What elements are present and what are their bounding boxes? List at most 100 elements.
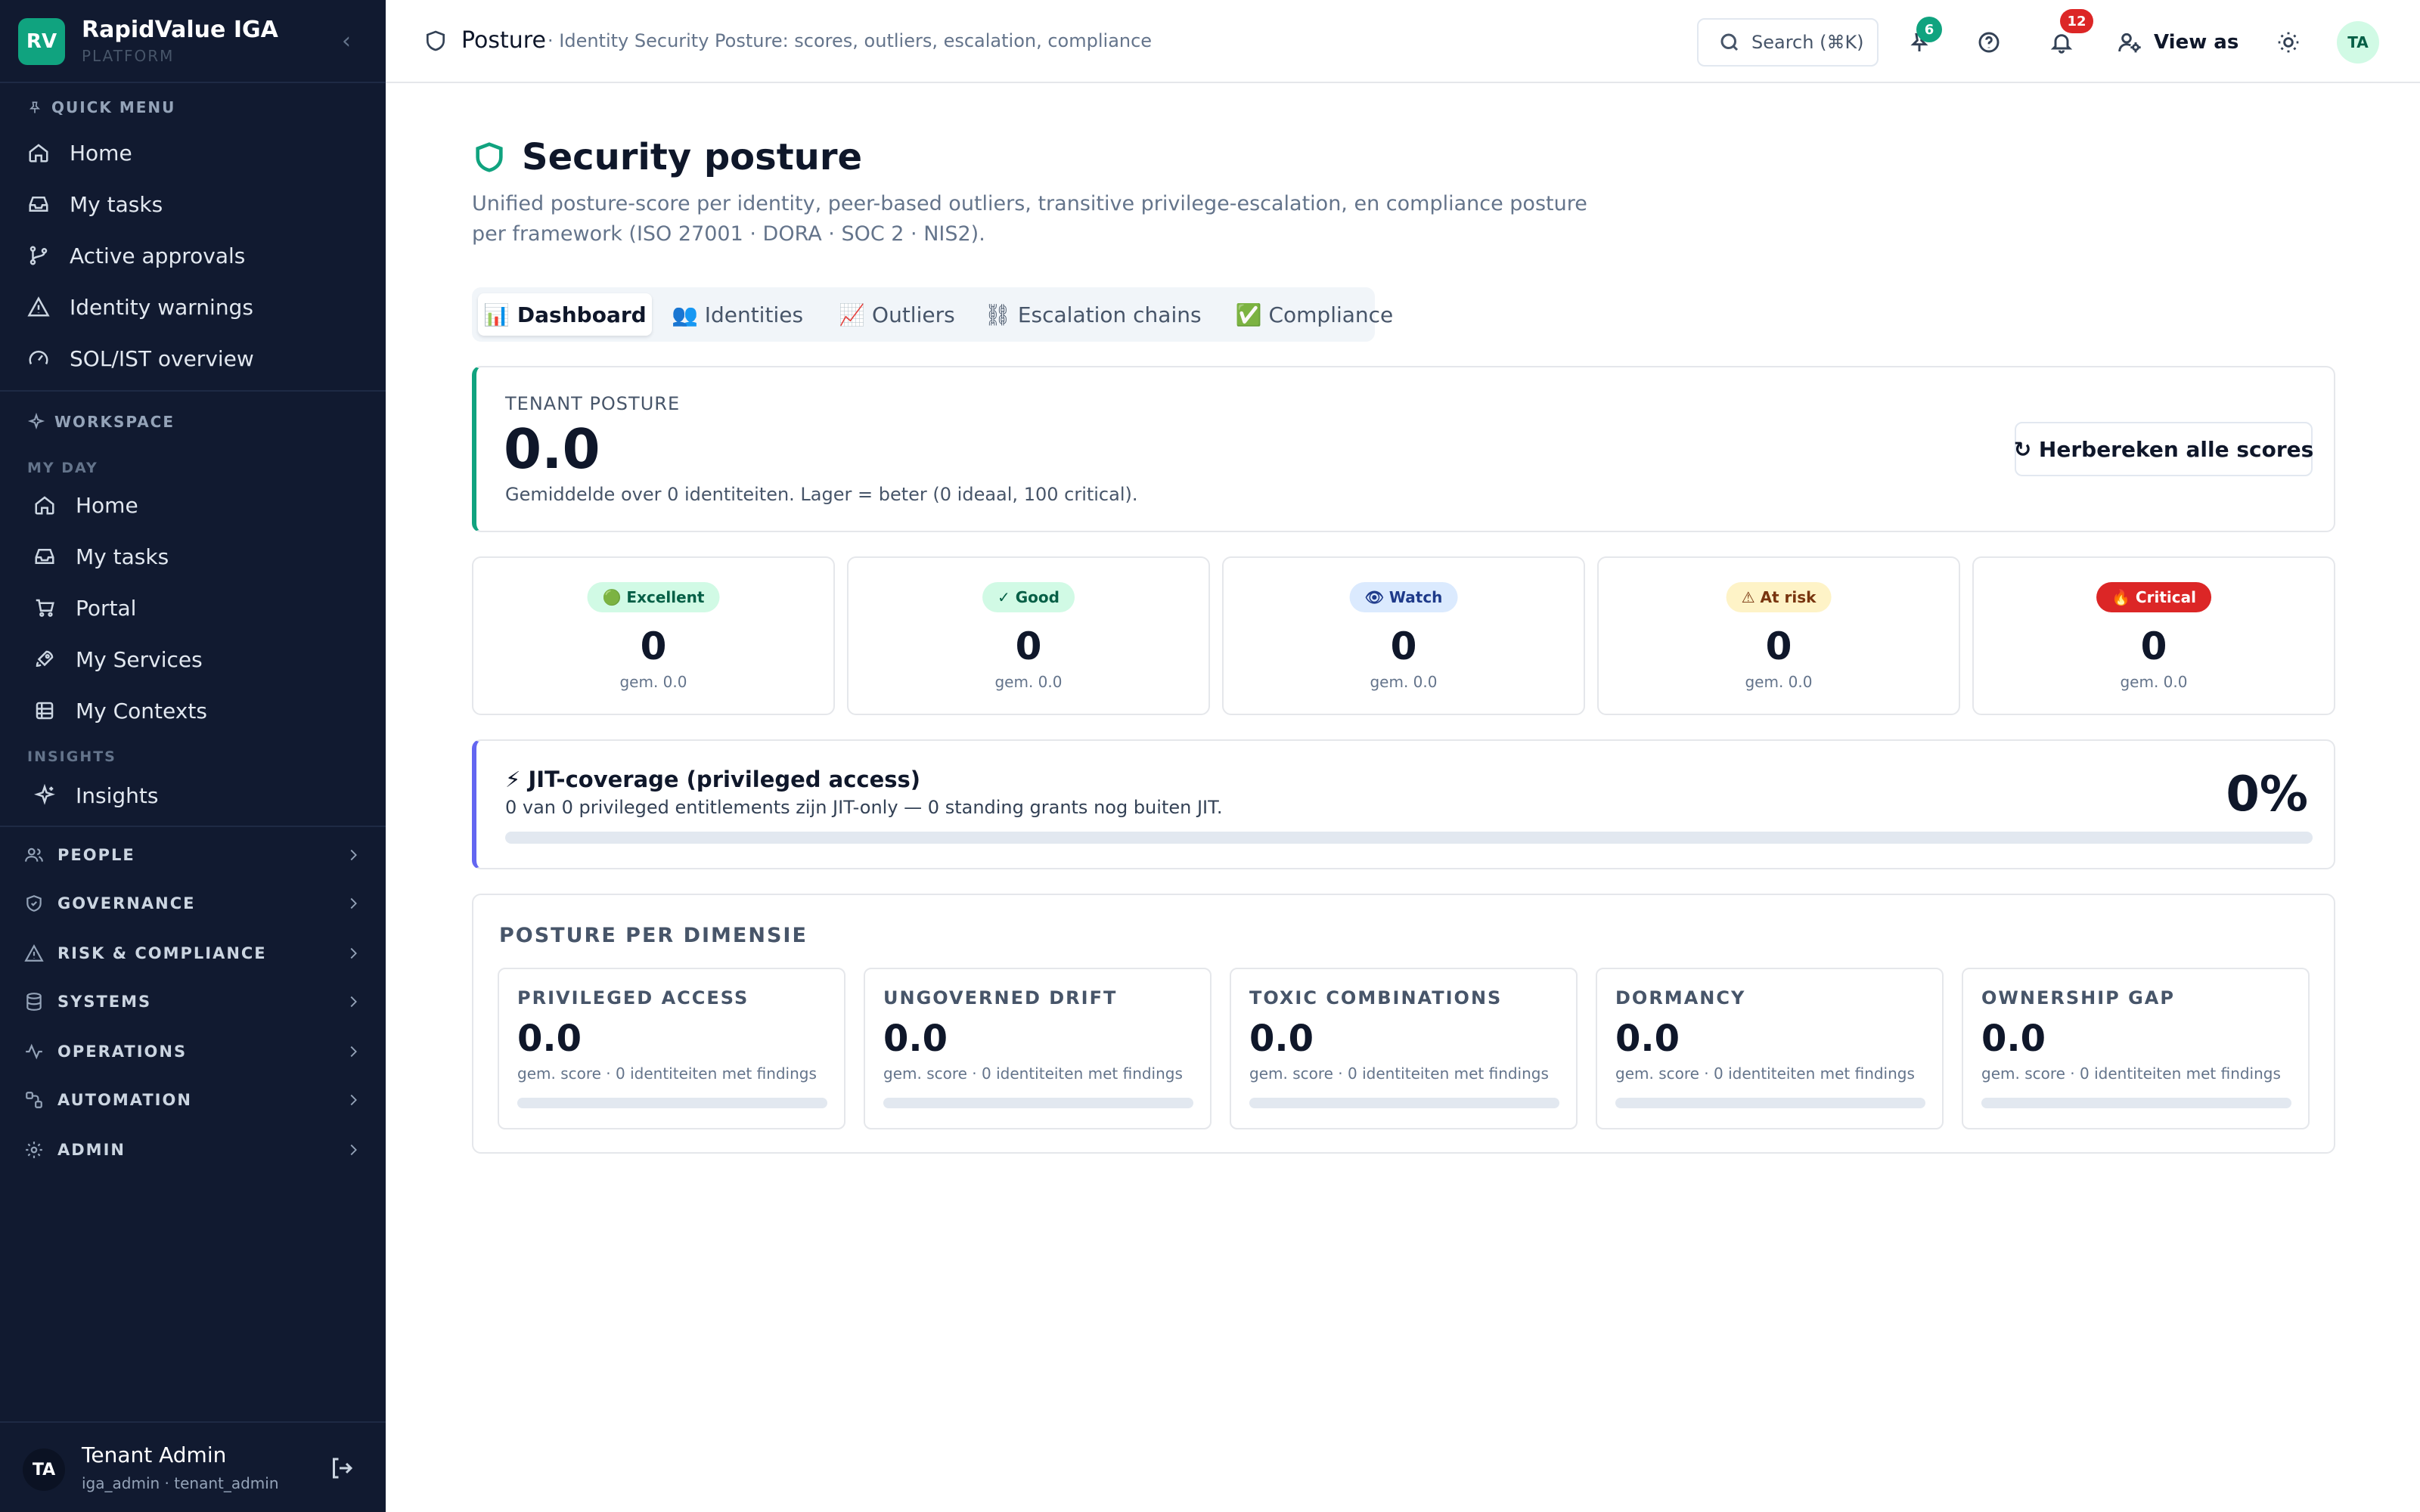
- tenant-posture-label: TENANT POSTURE: [505, 393, 681, 414]
- sidebar-item-home[interactable]: Home: [27, 132, 360, 174]
- sidebar-item-my-tasks-workspace[interactable]: My tasks: [33, 535, 366, 578]
- sidebar-group-governance[interactable]: GOVERNANCE: [24, 885, 361, 922]
- chevron-right-icon: [350, 996, 357, 1008]
- sidebar-item-home-workspace[interactable]: Home: [33, 484, 366, 526]
- jit-coverage-progress-bar: [505, 832, 2313, 844]
- avatar[interactable]: TA: [23, 1448, 65, 1491]
- tab-bar: 📊 Dashboard 👥 Identities 📈 Outliers ⛓ Es…: [472, 287, 1393, 342]
- dimension-ownership-gap: OWNERSHIP GAP 0.0 gem. score · 0 identit…: [1962, 968, 2310, 1129]
- sidebar-item-identity-warnings[interactable]: Identity warnings: [27, 286, 360, 328]
- sidebar-group-admin[interactable]: ADMIN: [24, 1131, 361, 1169]
- workspace-label-text: WORKSPACE: [54, 413, 175, 431]
- band-average: gem. 0.0: [1370, 673, 1438, 691]
- sidebar-group-label: GOVERNANCE: [57, 894, 196, 912]
- jit-coverage-title: ⚡ JIT-coverage (privileged access): [505, 767, 921, 792]
- recalculate-scores-button[interactable]: ↻ Herbereken alle scores: [2014, 422, 2313, 476]
- band-card-good[interactable]: ✓ Good 0 gem. 0.0: [847, 556, 1210, 715]
- sidebar-item-my-contexts[interactable]: My Contexts: [33, 689, 366, 732]
- home-icon: [29, 144, 48, 163]
- sidebar-item-label: My tasks: [70, 191, 163, 217]
- sidebar-item-active-approvals[interactable]: Active approvals: [27, 234, 360, 277]
- sidebar-item-portal[interactable]: Portal: [33, 587, 366, 629]
- posture-per-dimension-title: POSTURE PER DIMENSIE: [499, 924, 808, 947]
- dimension-name: OWNERSHIP GAP: [1981, 987, 2175, 1009]
- sidebar-item-label: Insights: [76, 782, 159, 808]
- band-count: 0: [1015, 624, 1042, 668]
- search-button[interactable]: Search (⌘K): [1697, 18, 1879, 67]
- dimension-note: gem. score · 0 identiteiten met findings: [517, 1064, 817, 1083]
- dimension-progress-bar: [517, 1098, 827, 1108]
- sidebar-item-insights[interactable]: Insights: [33, 774, 366, 816]
- tab-dashboard[interactable]: 📊 Dashboard: [478, 293, 652, 336]
- sidebar-item-sol-ist-overview[interactable]: SOL/IST overview: [27, 337, 360, 380]
- tab-outliers[interactable]: 📈 Outliers: [823, 293, 971, 336]
- sidebar-group-label: ADMIN: [57, 1141, 126, 1159]
- brand-name: RapidValue IGA: [82, 17, 278, 43]
- band-card-watch[interactable]: 👁 Watch 0 gem. 0.0: [1222, 556, 1585, 715]
- rocket-icon: [36, 650, 54, 668]
- sidebar-group-automation[interactable]: AUTOMATION: [24, 1081, 361, 1119]
- band-card-critical[interactable]: 🔥 Critical 0 gem. 0.0: [1972, 556, 2335, 715]
- collapse-sidebar-icon[interactable]: ‹: [333, 27, 360, 54]
- dimension-value: 0.0: [517, 1018, 582, 1060]
- warning-icon: [27, 296, 50, 317]
- dimension-value: 0.0: [1981, 1018, 2046, 1060]
- top-bar: Posture · Identity Security Posture: sco…: [386, 0, 2420, 83]
- notifications-count-badge: 12: [2060, 9, 2093, 33]
- quick-menu-label: QUICK MENU: [27, 98, 175, 116]
- user-roles: iga_admin · tenant_admin: [82, 1474, 279, 1492]
- inbox-icon: [35, 549, 54, 564]
- user-profile: TA Tenant Admin iga_admin · tenant_admin: [0, 1421, 386, 1512]
- tab-escalation-chains[interactable]: ⛓ Escalation chains: [976, 293, 1210, 336]
- sidebar-group-people[interactable]: PEOPLE: [24, 836, 361, 874]
- search-icon: [1720, 33, 1739, 51]
- posture-per-dimension-card: POSTURE PER DIMENSIE PRIVILEGED ACCESS 0…: [472, 894, 2335, 1154]
- chevron-right-icon: [350, 1094, 357, 1106]
- inbox-icon: [29, 197, 48, 212]
- jit-coverage-card: ⚡ JIT-coverage (privileged access) 0 van…: [472, 739, 2335, 869]
- tab-identities[interactable]: 👥 Identities: [656, 293, 818, 336]
- view-as-label: View as: [2154, 31, 2239, 54]
- insights-label: INSIGHTS: [27, 748, 116, 765]
- band-card-excellent[interactable]: 🟢 Excellent 0 gem. 0.0: [472, 556, 835, 715]
- sidebar-item-my-tasks[interactable]: My tasks: [27, 183, 360, 225]
- dimension-toxic-combinations: TOXIC COMBINATIONS 0.0 gem. score · 0 id…: [1230, 968, 1578, 1129]
- sidebar-item-label: Portal: [76, 595, 137, 621]
- chevron-right-icon: [350, 849, 357, 861]
- dimension-note: gem. score · 0 identiteiten met findings: [1615, 1064, 1915, 1083]
- warning-icon: [24, 944, 44, 962]
- breadcrumb-subtitle: · Identity Security Posture: scores, out…: [548, 30, 1153, 51]
- theme-toggle-button[interactable]: [2272, 26, 2305, 59]
- sidebar-item-my-services[interactable]: My Services: [33, 638, 366, 680]
- bell-icon: [2050, 34, 2073, 54]
- band-count: 0: [1765, 624, 1792, 668]
- dimension-value: 0.0: [1615, 1018, 1680, 1060]
- brand-logo[interactable]: RV: [18, 18, 65, 65]
- band-card-at-risk[interactable]: ⚠ At risk 0 gem. 0.0: [1597, 556, 1960, 715]
- sidebar-group-label: PEOPLE: [57, 846, 135, 864]
- logout-button[interactable]: [328, 1455, 355, 1482]
- view-as-button[interactable]: View as: [2118, 21, 2238, 64]
- sidebar-group-risk-compliance[interactable]: RISK & COMPLIANCE: [24, 934, 361, 972]
- band-pill: ✓ Good: [982, 582, 1075, 612]
- tab-compliance[interactable]: ✅ Compliance: [1215, 293, 1414, 336]
- shield-icon: [424, 29, 448, 53]
- activity-icon: [26, 1043, 42, 1060]
- band-pill: ⚠ At risk: [1726, 582, 1832, 612]
- sidebar-item-label: Home: [76, 492, 138, 518]
- gauge-icon: [29, 350, 48, 365]
- tenant-posture-note: Gemiddelde over 0 identiteiten. Lager = …: [505, 484, 1138, 505]
- sidebar-item-label: Identity warnings: [70, 294, 253, 320]
- search-label: Search (⌘K): [1751, 32, 1864, 53]
- help-icon: [1978, 32, 2000, 53]
- git-branch-icon: [29, 246, 48, 265]
- help-button[interactable]: [1972, 26, 2006, 59]
- gear-icon: [26, 1142, 42, 1158]
- page-description: Unified posture-score per identity, peer…: [472, 192, 1587, 246]
- dimension-progress-bar: [1249, 1098, 1559, 1108]
- avatar[interactable]: TA: [2337, 21, 2379, 64]
- sidebar-group-operations[interactable]: OPERATIONS: [24, 1033, 361, 1070]
- chevron-right-icon: [350, 1144, 357, 1156]
- users-icon: [25, 847, 43, 862]
- sidebar-group-systems[interactable]: SYSTEMS: [24, 983, 361, 1021]
